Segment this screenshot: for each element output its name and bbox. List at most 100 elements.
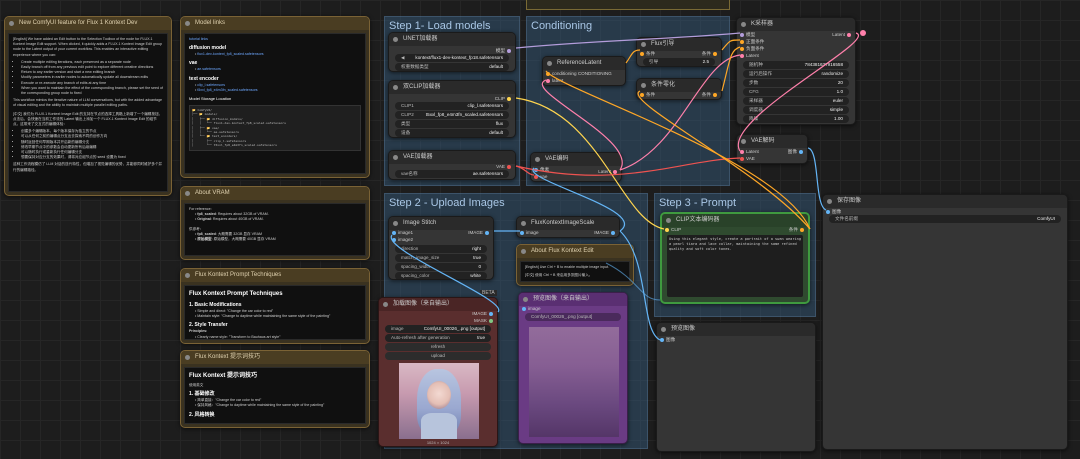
node-preview-image-from-output[interactable]: 预览图像（来自输出） image ComfyUI_00026_.png [out… [518, 292, 628, 444]
node-ksampler[interactable]: K采样器 模型 正面条件 负面条件 Latent Latent 随机种 78438… [736, 17, 856, 125]
node-unet-loader[interactable]: UNET加载器 模型 ◀ kontext/flux1-dev-kontext_fp… [388, 32, 516, 72]
input-conditioning[interactable]: 条件 [638, 50, 655, 57]
widget-label: match_image_size [401, 255, 440, 260]
refresh-button[interactable]: refresh [385, 343, 491, 351]
input-latent[interactable]: Latent [738, 148, 759, 155]
input-latent[interactable]: Latent [738, 52, 759, 59]
input-image[interactable]: image [520, 305, 541, 312]
node-canvas[interactable]: Step 1- Load models Conditioning Step 2 … [0, 0, 1080, 459]
input-image2[interactable]: image2 [390, 236, 413, 243]
widget-denoise[interactable]: 降噪 1.00 [743, 115, 849, 123]
widget-spacing-width[interactable]: spacing_width 0 [395, 263, 487, 271]
output-image[interactable]: IMAGE [468, 229, 491, 236]
output-latent[interactable]: Latent [832, 31, 853, 38]
upload-button[interactable]: upload [385, 352, 491, 360]
input-conditioning[interactable]: 条件 [638, 91, 655, 98]
prompt-textarea[interactable]: Using this elegant style, create a portr… [667, 235, 803, 297]
output-model[interactable]: 模型 [496, 47, 513, 54]
widget-value: flux [495, 121, 503, 126]
node-dual-clip-loader[interactable]: 双CLIP加载器 CLIP CLIP1 clip_l.safetensors CL… [388, 80, 516, 138]
note-vram[interactable]: About VRAM For reference: • fp8_scaled: … [180, 186, 370, 260]
output-conditioning[interactable]: 条件 [702, 91, 719, 98]
note-kontext-edit[interactable]: About Flux Kontext Edit [English] Use Ct… [516, 244, 634, 286]
widget-unet-name[interactable]: ◀ kontext/flux1-dev-kontext_fp18.safetens… [395, 54, 509, 62]
node-image-stitch[interactable]: Image Stitch image1 image2 IMAGE directi… [388, 216, 494, 280]
input-image[interactable]: image [518, 229, 539, 236]
node-vae-decode[interactable]: VAE解码 Latent VAE 图像 [736, 134, 808, 164]
input-clip[interactable]: CLIP [663, 226, 681, 233]
widget-filename-prefix[interactable]: 文件名前缀 ComfyUI [829, 215, 1061, 223]
output-image[interactable]: IMAGE [594, 229, 617, 236]
widget-label: CLIP2 [401, 112, 414, 117]
widget-seed[interactable]: 随机种 784381637916558 [743, 61, 849, 69]
widget-clip2[interactable]: CLIP2 t5xxl_fp8_e4m3fn_scaled.safetensors [395, 111, 509, 119]
node-preview-image[interactable]: 预览图像 图像 [656, 322, 816, 452]
note-model-links[interactable]: Model links tutorial links diffusion mod… [180, 16, 370, 178]
tutorial-link[interactable]: tutorial links [189, 37, 361, 42]
widget-image[interactable]: image ComfyUI_00026_.png [output] [385, 325, 491, 333]
output-vae[interactable]: VAE [496, 163, 513, 170]
widget-sampler[interactable]: 采样器 euler [743, 97, 849, 105]
note-body: Flux Kontext 提示词技巧 使用英文 1. 基础修改 • 简单直接："… [184, 367, 366, 424]
model-link[interactable]: clip_l.safetensors [197, 83, 225, 87]
model-link[interactable]: ae.safetensors [197, 67, 221, 71]
output-clip[interactable]: CLIP [495, 95, 513, 102]
widget-spacing-color[interactable]: spacing_color white [395, 272, 487, 279]
widget-guidance[interactable]: 引导 2.5 [643, 58, 715, 66]
widget-direction[interactable]: direction right [395, 245, 487, 253]
input-pixels[interactable]: 像素 [532, 166, 549, 173]
input-image1[interactable]: image1 [390, 229, 413, 236]
input-vae[interactable]: VAE [738, 155, 755, 162]
input-positive[interactable]: 正面条件 [738, 38, 764, 45]
node-flux-kontext-image-scale[interactable]: FluxKontextImageScale image IMAGE [516, 216, 620, 238]
widget-steps[interactable]: 步数 20 [743, 79, 849, 87]
node-vae-loader[interactable]: VAE加载器 VAE vae名称 ae.safetensors [388, 150, 516, 180]
input-model[interactable]: 模型 [738, 31, 755, 38]
port-label: 模型 [746, 32, 756, 37]
input-images[interactable]: 图像 [824, 208, 841, 215]
input-conditioning[interactable]: conditioning CONDITIONING [544, 70, 612, 77]
note-text: Maintain style: "Change to daytime while… [197, 314, 331, 319]
widget-match-image-size[interactable]: match_image_size true [395, 254, 487, 262]
note-prompt-techniques-cn[interactable]: Flux Kontext 提示词技巧 Flux Kontext 提示词技巧 使用… [180, 350, 370, 428]
output-mask[interactable]: MASK [474, 317, 495, 324]
widget-clip-type[interactable]: 类型 flux [395, 120, 509, 128]
port-dot [507, 48, 511, 53]
port-label: 正面条件 [746, 39, 765, 44]
widget-auto-refresh[interactable]: Auto-refresh after generation true [385, 334, 491, 342]
widget-image[interactable]: ComfyUI_00026_.png [output] [525, 313, 621, 321]
note-item: • 原始模型: 原始模型，大概需要 40GB 显存 VRAM [195, 237, 276, 242]
widget-label: 设备 [401, 130, 411, 135]
widget-weight-dtype[interactable]: 权重数据类型 default [395, 63, 509, 71]
note-value: : 原始模型，大概需要 40GB 显存 VRAM [211, 237, 276, 242]
port-label: 条件 [788, 227, 798, 232]
node-flux-guidance[interactable]: Flux引导 条件 条件 引导 2.5 [636, 37, 722, 67]
widget-clip-device[interactable]: 设备 default [395, 129, 509, 137]
output-image[interactable]: IMAGE [472, 310, 495, 317]
output-conditioning[interactable]: 条件 [789, 226, 806, 233]
port-label: image2 [398, 237, 414, 242]
widget-scheduler[interactable]: 调度器 simple [743, 106, 849, 114]
node-load-image-from-output[interactable]: 加载图像（来自输出） IMAGE MASK image ComfyUI_00026… [378, 297, 498, 447]
node-save-image[interactable]: 保存图像 图像 文件名前缀 ComfyUI [822, 194, 1068, 450]
node-reference-latent[interactable]: ReferenceLatent conditioning CONDITIONIN… [542, 56, 626, 86]
node-conditioning-zero-out[interactable]: 条件零化 条件 条件 [636, 78, 722, 100]
input-latent[interactable]: latent [544, 77, 563, 84]
widget-control-after-generate[interactable]: 运行后操作 randomize [743, 70, 849, 78]
model-link[interactable]: flux1-dev-kontext_fp8_scaled.safetensors [197, 52, 263, 56]
output-latent[interactable]: Latent [598, 168, 619, 175]
note-prompt-techniques-en[interactable]: Flux Kontext Prompt Techniques Flux Kont… [180, 268, 370, 344]
note-bullets: Create multiple editing iterations, each… [13, 60, 163, 96]
widget-vae-name[interactable]: vae名称 ae.safetensors [395, 170, 509, 178]
input-negative[interactable]: 负面条件 [738, 45, 764, 52]
output-conditioning[interactable]: 条件 [702, 50, 719, 57]
widget-cfg[interactable]: CFG 1.0 [743, 88, 849, 96]
output-image[interactable]: 图像 [788, 148, 805, 155]
node-clip-text-encode[interactable]: CLIP文本编码器 CLIP 条件 Using this elegant sty… [660, 212, 810, 304]
model-link[interactable]: t5xxl_fp8_e4m3fn_scaled.safetensors [197, 88, 257, 92]
input-vae[interactable]: vae [532, 173, 547, 180]
input-images[interactable]: 图像 [658, 336, 675, 343]
note-new-feature[interactable]: New ComfyUI feature for Flux 1 Kontext D… [4, 16, 172, 196]
node-vae-encode[interactable]: VAE编码 像素 vae Latent [530, 152, 622, 182]
widget-clip1[interactable]: CLIP1 clip_l.safetensors [395, 102, 509, 110]
